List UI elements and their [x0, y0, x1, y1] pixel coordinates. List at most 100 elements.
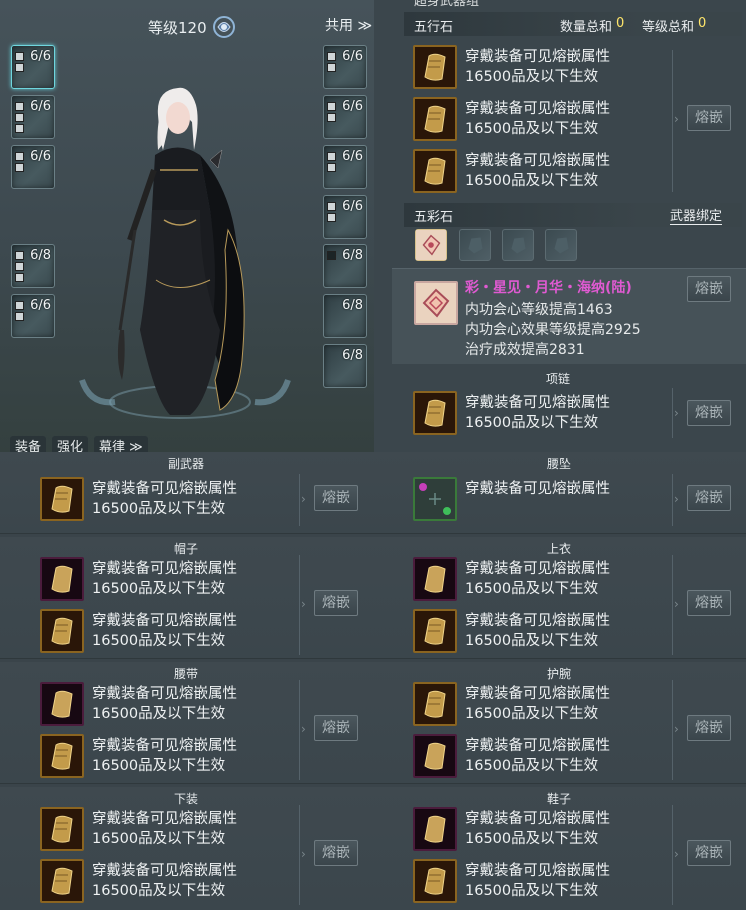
panel-waist-pendant: 腰坠 穿戴装备可见熔嵌属性 › 熔嵌: [374, 452, 746, 534]
gem-socket-icon: [15, 152, 24, 161]
slot-desc: 穿戴装备可见熔嵌属性 16500品及以下生效: [465, 49, 610, 85]
top-slot-1[interactable]: 穿戴装备可见熔嵌属性 16500品及以下生效: [413, 557, 693, 609]
equip-slot-left-3[interactable]: 6/6: [11, 145, 55, 189]
tab-appearance[interactable]: 幕律 ≫: [94, 436, 148, 452]
hat-slot-1[interactable]: 穿戴装备可见熔嵌属性 16500品及以下生效: [40, 557, 320, 609]
inlay-pants-button[interactable]: 熔嵌: [314, 840, 358, 866]
section-title-necklace: 项链: [546, 372, 571, 386]
shared-toggle[interactable]: 共用 ≫: [325, 15, 372, 35]
gem-socket-icon: [15, 312, 24, 321]
equip-slot-right-4[interactable]: 6/6: [323, 195, 367, 239]
belt-slot-1[interactable]: 穿戴装备可见熔嵌属性 16500品及以下生效: [40, 682, 320, 734]
five-element-stone-icon: [413, 609, 457, 653]
equip-slot-right-6[interactable]: 6/8: [323, 294, 367, 338]
divider: [672, 474, 673, 526]
slot-desc: 穿戴装备可见熔嵌属性 16500品及以下生效: [92, 686, 237, 722]
five-color-attrs: 内功会心等级提高1463 内功会心效果等级提高2925 治疗成效提高2831: [465, 300, 641, 360]
inlay-top-button[interactable]: 熔嵌: [687, 590, 731, 616]
slot-desc: 穿戴装备可见熔嵌属性 16500品及以下生效: [465, 738, 610, 774]
inlay-shoes-button[interactable]: 熔嵌: [687, 840, 731, 866]
hat-slot-2[interactable]: 穿戴装备可见熔嵌属性 16500品及以下生效: [40, 609, 320, 661]
chevron-right-icon: ›: [674, 722, 679, 736]
tab-equipment[interactable]: 装备: [10, 436, 47, 452]
top-slot-2[interactable]: 穿戴装备可见熔嵌属性 16500品及以下生效: [413, 609, 693, 661]
five-color-stone-name: 彩・星见・月华・海纳(陆): [465, 280, 632, 296]
five-color-stone-tab-1[interactable]: [415, 229, 447, 261]
equip-slot-left-2[interactable]: 6/6: [11, 95, 55, 139]
shoes-slot-2[interactable]: 穿戴装备可见熔嵌属性 16500品及以下生效: [413, 859, 693, 910]
inlay-hat-button[interactable]: 熔嵌: [314, 590, 358, 616]
five-element-stone-icon: [40, 859, 84, 903]
shoes-slot-1[interactable]: 穿戴装备可见熔嵌属性 16500品及以下生效: [413, 807, 693, 859]
equip-slot-left-5[interactable]: 6/6: [11, 294, 55, 338]
five-element-stone-icon: [40, 609, 84, 653]
equip-slot-right-5[interactable]: 6/8: [323, 244, 367, 288]
panel-top: 上衣 穿戴装备可见熔嵌属性 16500品及以下生效 穿戴装备可见熔嵌属性 165…: [374, 537, 746, 659]
five-element-stone-icon: [413, 682, 457, 726]
equip-slot-right-1[interactable]: 6/6: [323, 45, 367, 89]
inlay-five-elements-button[interactable]: 熔嵌: [687, 105, 731, 131]
slot-count: 6/6: [342, 99, 363, 114]
five-color-stone-icon: [416, 230, 446, 260]
five-element-stone-icon: [40, 557, 84, 601]
slot-count: 6/6: [342, 199, 363, 214]
panel-pants: 下装 穿戴装备可见熔嵌属性 16500品及以下生效 穿戴装备可见熔嵌属性 165…: [0, 787, 374, 910]
section-title-belt: 腰带: [174, 667, 199, 681]
slot-desc: 穿戴装备可见熔嵌属性 16500品及以下生效: [465, 101, 610, 137]
pants-slot-1[interactable]: 穿戴装备可见熔嵌属性 16500品及以下生效: [40, 807, 320, 859]
inlay-bracers-button[interactable]: 熔嵌: [687, 715, 731, 741]
waist-pendant-slot-1[interactable]: 穿戴装备可见熔嵌属性: [413, 477, 693, 529]
inlay-five-color-button[interactable]: 熔嵌: [687, 276, 731, 302]
attr-line: 内功会心等级提高1463: [465, 302, 613, 318]
five-elements-slot-2[interactable]: 穿戴装备可见熔嵌属性 16500品及以下生效: [413, 97, 693, 149]
divider: [299, 805, 300, 905]
equip-slot-left-1[interactable]: 6/6: [11, 45, 55, 89]
gem-socket-icon: [327, 202, 336, 211]
five-element-stone-icon: [413, 734, 457, 778]
divider: [672, 388, 673, 438]
equip-slot-left-4[interactable]: 6/8: [11, 244, 55, 288]
five-element-stone-icon: [40, 807, 84, 851]
inlay-belt-button[interactable]: 熔嵌: [314, 715, 358, 741]
count-total-label: 数量总和: [560, 20, 613, 35]
gem-socket-icon: [15, 102, 24, 111]
pants-slot-2[interactable]: 穿戴装备可见熔嵌属性 16500品及以下生效: [40, 859, 320, 910]
slot-desc: 穿戴装备可见熔嵌属性 16500品及以下生效: [465, 686, 610, 722]
level-label: 等级120: [148, 18, 207, 37]
five-elements-slot-3[interactable]: 穿戴装备可见熔嵌属性 16500品及以下生效: [413, 149, 693, 201]
equip-slot-right-2[interactable]: 6/6: [323, 95, 367, 139]
panel-hat: 帽子 穿戴装备可见熔嵌属性 16500品及以下生效 穿戴装备可见熔嵌属性 165…: [0, 537, 374, 659]
bracers-slot-1[interactable]: 穿戴装备可见熔嵌属性 16500品及以下生效: [413, 682, 693, 734]
belt-slot-2[interactable]: 穿戴装备可见熔嵌属性 16500品及以下生效: [40, 734, 320, 786]
tab-enhance[interactable]: 强化: [52, 436, 89, 452]
bracers-slot-2[interactable]: 穿戴装备可见熔嵌属性 16500品及以下生效: [413, 734, 693, 786]
equip-slot-right-7[interactable]: 6/8: [323, 344, 367, 388]
slot-desc: 穿戴装备可见熔嵌属性 16500品及以下生效: [465, 811, 610, 847]
character-panel: 等级120 共用 ≫ 6/6 6/6 6/6 6/8 6/6 6/6 6/6 6…: [0, 0, 374, 452]
inlay-waist-pendant-button[interactable]: 熔嵌: [687, 485, 731, 511]
slot-count: 6/6: [30, 149, 51, 164]
offhand-slot-1[interactable]: 穿戴装备可见熔嵌属性 16500品及以下生效: [40, 477, 320, 529]
five-color-detail: 彩・星见・月华・海纳(陆) 内功会心等级提高1463 内功会心效果等级提高292…: [392, 268, 746, 364]
five-color-stone-tab-3[interactable]: [502, 229, 534, 261]
divider: [299, 474, 300, 526]
inlay-offhand-button[interactable]: 熔嵌: [314, 485, 358, 511]
five-elements-slot-1[interactable]: 穿戴装备可见熔嵌属性 16500品及以下生效: [413, 45, 693, 97]
partial-header: 超身武器组: [414, 0, 480, 9]
slot-count: 6/8: [342, 348, 363, 363]
inlay-necklace-button[interactable]: 熔嵌: [687, 400, 731, 426]
camp-emblem-icon: [212, 16, 235, 38]
level-total-value: 0: [698, 16, 707, 31]
character-level: 等级120: [148, 14, 237, 40]
five-element-stone-icon: [40, 734, 84, 778]
five-color-stone-tab-4[interactable]: [545, 229, 577, 261]
weapon-bind-label[interactable]: 武器绑定: [670, 205, 723, 225]
slot-count: 6/6: [30, 49, 51, 64]
necklace-slot-1[interactable]: 穿戴装备可见熔嵌属性 16500品及以下生效: [413, 391, 693, 443]
chevron-right-icon: ›: [301, 847, 306, 861]
equip-slot-right-3[interactable]: 6/6: [323, 145, 367, 189]
slot-desc: 穿戴装备可见熔嵌属性 16500品及以下生效: [465, 863, 610, 899]
five-color-stone-icon: [414, 281, 458, 325]
empty-stone-icon: [511, 237, 526, 254]
five-color-stone-tab-2[interactable]: [459, 229, 491, 261]
